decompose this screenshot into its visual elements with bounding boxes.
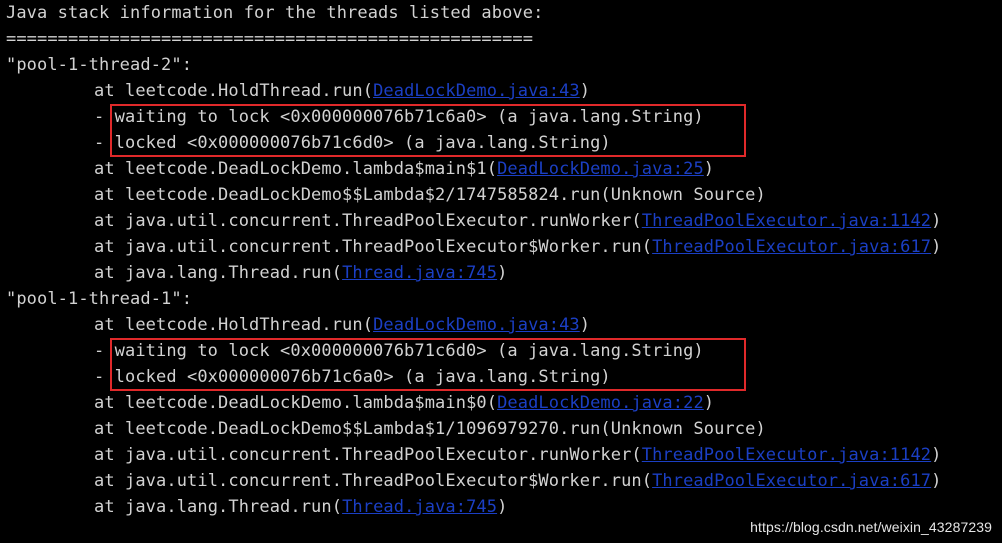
frame-prefix: at [94,211,126,231]
stack-frame: at java.lang.Thread.run(Thread.java:745) [6,260,507,286]
frame-prefix: at [94,419,126,439]
frame-prefix: at [94,471,126,491]
frame-text: java.util.concurrent.ThreadPoolExecutor$… [125,237,653,257]
console-output: Java stack information for the threads l… [0,0,1002,543]
frame-text: java.lang.Thread.run( [125,263,343,283]
stack-frame: at leetcode.HoldThread.run(DeadLockDemo.… [6,78,590,104]
stack-frame: at leetcode.DeadLockDemo.lambda$main$0(D… [6,390,714,416]
source-link[interactable]: ThreadPoolExecutor.java:617 [652,471,931,491]
frame-suffix: ) [931,237,942,257]
frame-prefix: at [94,159,126,179]
thread-name: "pool-1-thread-1": [6,289,193,309]
frame-prefix: at [94,445,126,465]
stack-frame: at java.lang.Thread.run(Thread.java:745) [6,494,507,520]
source-link[interactable]: DeadLockDemo.java:43 [373,81,580,101]
source-link[interactable]: ThreadPoolExecutor.java:1142 [642,445,931,465]
thread-name: "pool-1-thread-2": [6,55,193,75]
frame-text: java.util.concurrent.ThreadPoolExecutor$… [125,471,653,491]
frame-suffix: ) [497,497,508,517]
lock-highlight-box [110,104,746,157]
frame-text: leetcode.HoldThread.run( [125,81,374,101]
frame-suffix: ) [931,211,942,231]
frame-suffix: ) [931,445,942,465]
frame-prefix: at [94,393,126,413]
stack-header: Java stack information for the threads l… [6,3,544,23]
source-link[interactable]: DeadLockDemo.java:25 [497,159,704,179]
separator-line: ========================================… [6,29,534,49]
frame-prefix: at [94,81,126,101]
frame-text: java.util.concurrent.ThreadPoolExecutor.… [125,445,642,465]
frame-suffix: ) [579,81,591,101]
frame-text: java.util.concurrent.ThreadPoolExecutor.… [125,211,642,231]
frame-text: leetcode.DeadLockDemo$$Lambda$1/10969792… [125,419,766,439]
frame-prefix: at [94,185,126,205]
watermark: https://blog.csdn.net/weixin_43287239 [750,519,992,535]
stack-frame: at leetcode.DeadLockDemo$$Lambda$2/17475… [6,182,766,208]
stack-frame: at leetcode.HoldThread.run(DeadLockDemo.… [6,312,590,338]
source-link[interactable]: Thread.java:745 [342,497,497,517]
frame-text: leetcode.HoldThread.run( [125,315,374,335]
stack-frame: at java.util.concurrent.ThreadPoolExecut… [6,234,941,260]
stack-frame: at java.util.concurrent.ThreadPoolExecut… [6,442,942,468]
frame-suffix: ) [497,263,508,283]
frame-text: java.lang.Thread.run( [125,497,343,517]
frame-text: leetcode.DeadLockDemo$$Lambda$2/17475858… [125,185,766,205]
lock-highlight-box [110,338,746,391]
frame-prefix: at [94,315,126,335]
stack-frame: at java.util.concurrent.ThreadPoolExecut… [6,468,941,494]
frame-prefix: at [94,497,126,517]
source-link[interactable]: Thread.java:745 [342,263,497,283]
stack-frame: at leetcode.DeadLockDemo$$Lambda$1/10969… [6,416,766,442]
frame-suffix: ) [703,159,715,179]
frame-suffix: ) [579,315,591,335]
source-link[interactable]: ThreadPoolExecutor.java:1142 [642,211,931,231]
frame-prefix: at [94,237,126,257]
frame-suffix: ) [703,393,715,413]
frame-text: leetcode.DeadLockDemo.lambda$main$0( [125,393,498,413]
frame-suffix: ) [931,471,942,491]
frame-prefix: at [94,263,126,283]
stack-frame: at leetcode.DeadLockDemo.lambda$main$1(D… [6,156,714,182]
source-link[interactable]: DeadLockDemo.java:43 [373,315,580,335]
source-link[interactable]: DeadLockDemo.java:22 [497,393,704,413]
source-link[interactable]: ThreadPoolExecutor.java:617 [652,237,931,257]
frame-text: leetcode.DeadLockDemo.lambda$main$1( [125,159,498,179]
stack-frame: at java.util.concurrent.ThreadPoolExecut… [6,208,942,234]
